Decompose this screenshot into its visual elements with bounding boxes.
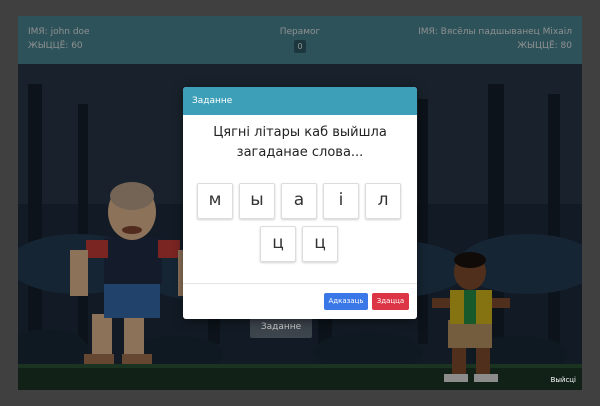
letter-tile[interactable]: ц: [260, 226, 296, 262]
modal-title: Заданне: [183, 87, 417, 115]
answer-button[interactable]: Адказаць: [324, 293, 368, 310]
letter-tile[interactable]: м: [197, 183, 233, 219]
letter-tile[interactable]: а: [281, 183, 317, 219]
give-up-button[interactable]: Здацца: [372, 293, 409, 310]
task-modal: Заданне Цягні літары каб выйшла загадана…: [183, 87, 417, 319]
task-question: Цягні літары каб выйшла загаданае слова.…: [213, 125, 387, 160]
letter-tile[interactable]: ы: [239, 183, 275, 219]
task-button[interactable]: Заданне: [250, 316, 312, 338]
exit-link[interactable]: Выйсці: [551, 376, 576, 384]
letter-tile[interactable]: і: [323, 183, 359, 219]
letter-tile[interactable]: л: [365, 183, 401, 219]
modal-divider: [183, 283, 417, 284]
letter-tile[interactable]: ц: [302, 226, 338, 262]
